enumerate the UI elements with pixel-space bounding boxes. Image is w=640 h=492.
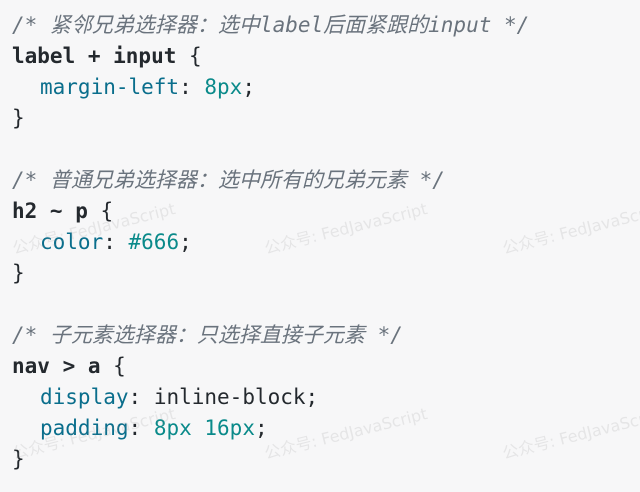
open-brace: {: [100, 354, 126, 378]
css-value: 8px 16px: [153, 416, 255, 440]
css-value: 8px: [204, 75, 243, 99]
code-line: h2 ~ p {: [12, 196, 628, 227]
css-property: margin-left: [40, 75, 180, 99]
semicolon: ;: [305, 385, 319, 409]
code-line: margin-left: 8px;: [12, 72, 628, 103]
css-selector: h2 ~ p: [12, 199, 88, 223]
close-brace: }: [12, 106, 25, 130]
code-line: display: inline-block;: [12, 382, 628, 413]
open-brace: {: [87, 199, 114, 223]
close-brace: }: [12, 261, 25, 285]
semicolon: ;: [254, 416, 268, 440]
code-line: label + input {: [12, 41, 628, 72]
css-property: color: [40, 230, 104, 254]
css-value: inline-block: [153, 385, 306, 409]
code-line: }: [12, 103, 628, 134]
css-property: display: [40, 385, 129, 409]
css-property: padding: [40, 416, 129, 440]
code-line: }: [12, 258, 628, 289]
code-line: /* 紧邻兄弟选择器：选中label后面紧跟的input */: [12, 10, 628, 41]
code-snippet-panel: /* 紧邻兄弟选择器：选中label后面紧跟的input */ label + …: [0, 0, 640, 492]
colon: :: [179, 75, 205, 99]
semicolon: ;: [242, 75, 255, 99]
colon: :: [128, 385, 154, 409]
colon: :: [128, 416, 154, 440]
close-brace: }: [12, 447, 25, 471]
colon: :: [103, 230, 129, 254]
code-line: nav > a {: [12, 351, 628, 382]
code-comment: /* 紧邻兄弟选择器：选中label后面紧跟的input */: [12, 13, 530, 37]
code-line: /* 子元素选择器：只选择直接子元素 */: [12, 320, 628, 351]
open-brace: {: [176, 44, 202, 68]
semicolon: ;: [179, 230, 192, 254]
code-line: color: #666;: [12, 227, 628, 258]
css-selector: label + input: [12, 44, 177, 68]
code-comment: /* 普通兄弟选择器：选中所有的兄弟元素 */: [12, 168, 445, 192]
code-comment: /* 子元素选择器：只选择直接子元素 */: [12, 323, 403, 347]
code-line: }: [12, 444, 628, 475]
css-value: #666: [128, 230, 180, 254]
code-line: /* 普通兄弟选择器：选中所有的兄弟元素 */: [12, 165, 628, 196]
code-line: padding: 8px 16px;: [12, 413, 628, 444]
css-selector: nav > a: [12, 354, 101, 378]
